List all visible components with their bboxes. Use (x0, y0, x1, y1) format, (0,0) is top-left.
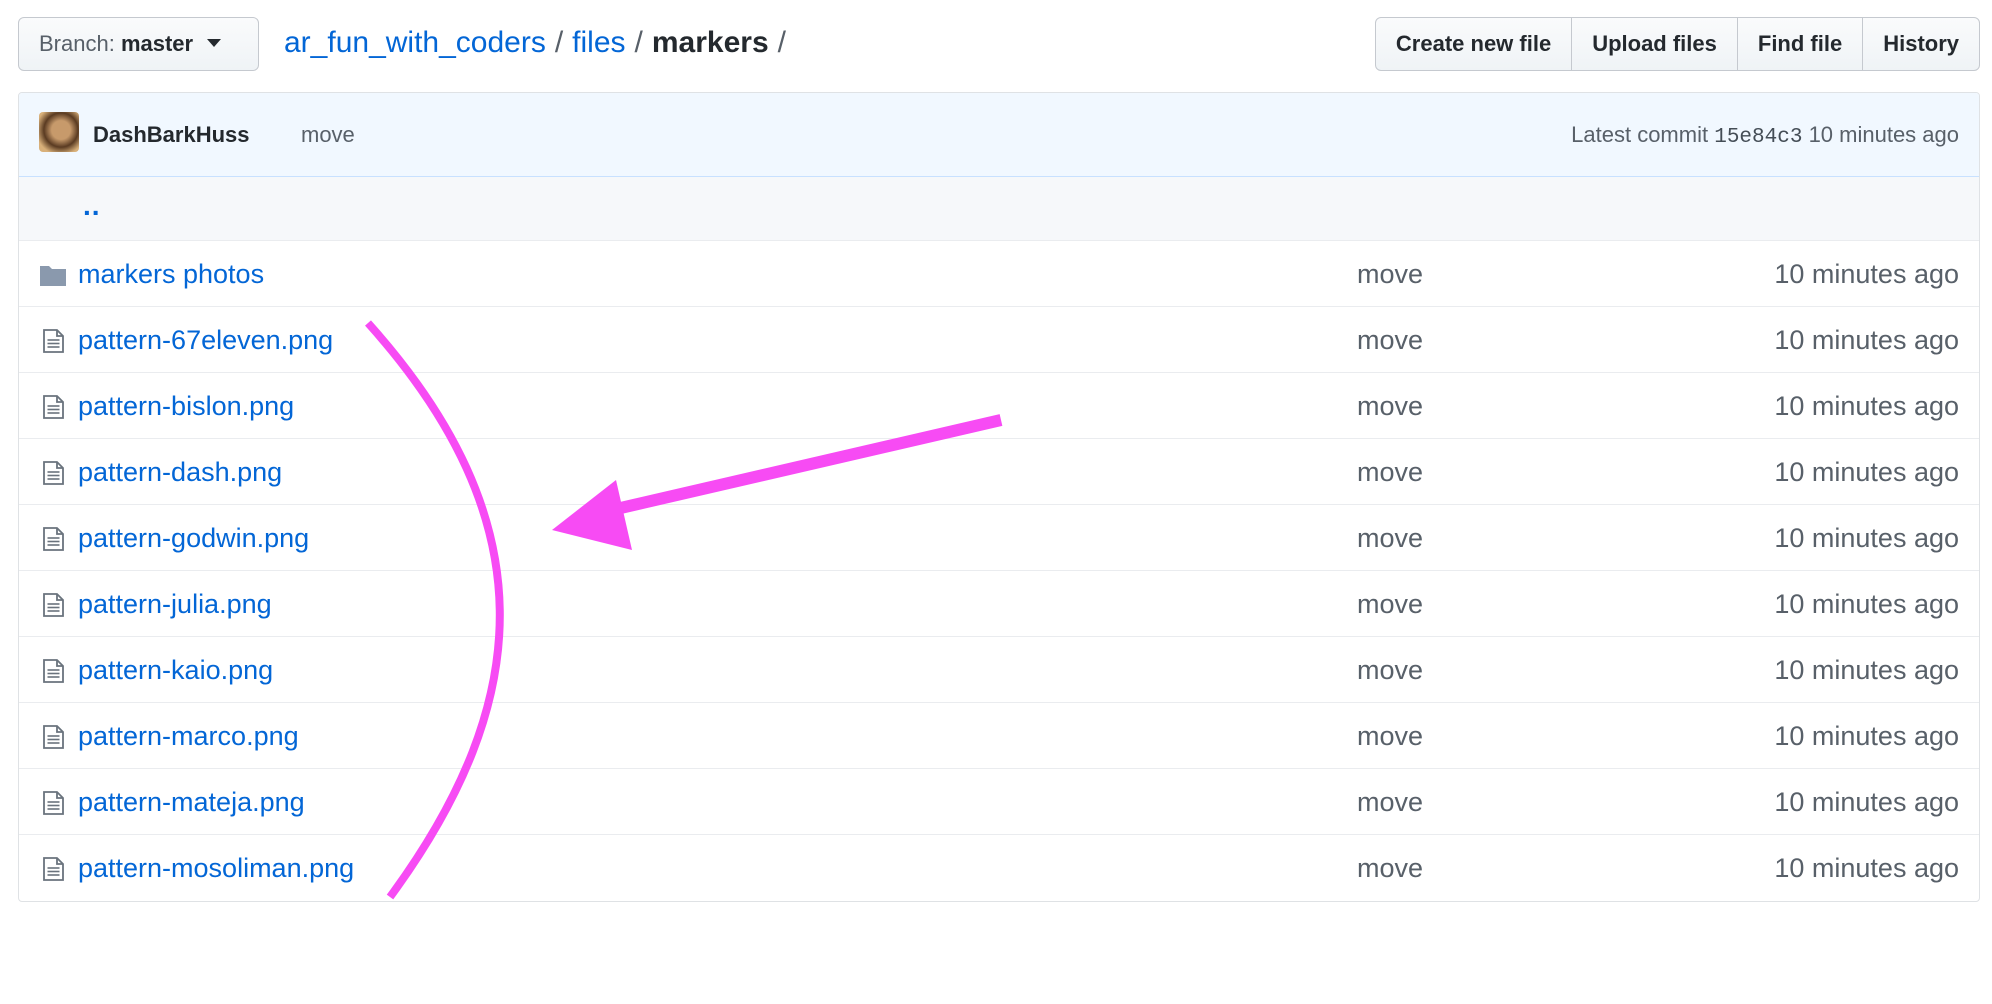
file-commit-message-link[interactable]: move (1357, 703, 1423, 769)
latest-commit-bar: DashBarkHuss move Latest commit 15e84c3 … (19, 93, 1979, 177)
find-file-button[interactable]: Find file (1736, 17, 1864, 71)
file-actions: Create new file Upload files Find file H… (1374, 17, 1980, 71)
file-name-link[interactable]: markers photos (78, 241, 264, 307)
file-icon (39, 725, 67, 749)
caret-down-icon (207, 39, 222, 48)
file-age: 10 minutes ago (1774, 787, 1959, 817)
file-row[interactable]: pattern-bislon.png move 10 minutes ago (19, 373, 1979, 439)
file-commit-message-link[interactable]: move (1357, 769, 1423, 835)
branch-value: master (120, 31, 194, 56)
file-row[interactable]: pattern-mosoliman.png move 10 minutes ago (19, 835, 1979, 901)
file-commit-message-link[interactable]: move (1357, 571, 1423, 637)
file-name-link[interactable]: pattern-mateja.png (78, 769, 305, 835)
file-name-link[interactable]: pattern-marco.png (78, 703, 299, 769)
breadcrumb: ar_fun_with_coders / files / markers / (284, 17, 795, 71)
file-name-link[interactable]: pattern-kaio.png (78, 637, 273, 703)
file-name-link[interactable]: pattern-julia.png (78, 571, 272, 637)
file-age: 10 minutes ago (1774, 325, 1959, 355)
file-icon (39, 593, 67, 617)
file-age: 10 minutes ago (1774, 259, 1959, 289)
breadcrumb-files-link[interactable]: files (572, 26, 625, 59)
branch-label: Branch: (39, 31, 115, 56)
upload-files-button[interactable]: Upload files (1571, 17, 1738, 71)
file-age: 10 minutes ago (1774, 457, 1959, 487)
latest-commit-label: Latest commit (1571, 122, 1709, 147)
file-commit-message-link[interactable]: move (1357, 637, 1423, 703)
create-new-file-button[interactable]: Create new file (1374, 17, 1573, 71)
breadcrumb-separator: / (554, 26, 564, 59)
repo-toolbar: Branch: master ar_fun_with_coders / files /… (18, 17, 1980, 71)
file-row[interactable]: pattern-godwin.png move 10 minutes ago (19, 505, 1979, 571)
file-icon (39, 791, 67, 815)
file-age: 10 minutes ago (1774, 523, 1959, 553)
file-name-link[interactable]: pattern-67eleven.png (78, 307, 333, 373)
file-row[interactable]: pattern-mateja.png move 10 minutes ago (19, 769, 1979, 835)
file-row[interactable]: pattern-67eleven.png move 10 minutes ago (19, 307, 1979, 373)
file-name-link[interactable]: pattern-bislon.png (78, 373, 294, 439)
file-name-link[interactable]: pattern-godwin.png (78, 505, 309, 571)
breadcrumb-separator: / (634, 26, 643, 59)
branch-select-button[interactable]: Branch: master (18, 17, 259, 71)
breadcrumb-separator: / (777, 26, 786, 59)
file-commit-message-link[interactable]: move (1357, 835, 1423, 901)
file-age: 10 minutes ago (1774, 721, 1959, 751)
file-row[interactable]: pattern-julia.png move 10 minutes ago (19, 571, 1979, 637)
history-button[interactable]: History (1862, 17, 1980, 71)
file-table: DashBarkHuss move Latest commit 15e84c3 … (18, 92, 1980, 902)
parent-directory-row[interactable]: .. (19, 177, 1979, 241)
file-age: 10 minutes ago (1774, 589, 1959, 619)
breadcrumb-current: markers (651, 26, 769, 59)
file-icon (39, 395, 67, 419)
file-icon (39, 329, 67, 353)
file-age: 10 minutes ago (1774, 853, 1959, 883)
file-name-link[interactable]: pattern-mosoliman.png (78, 835, 354, 901)
parent-directory-link[interactable]: .. (83, 191, 101, 221)
folder-icon (39, 263, 67, 287)
file-age: 10 minutes ago (1774, 391, 1959, 421)
file-row[interactable]: pattern-kaio.png move 10 minutes ago (19, 637, 1979, 703)
file-commit-message-link[interactable]: move (1357, 505, 1423, 571)
commit-meta: Latest commit 15e84c3 10 minutes ago (1571, 93, 1959, 180)
file-icon (39, 527, 67, 551)
breadcrumb-repo-link[interactable]: ar_fun_with_coders (284, 26, 546, 59)
file-commit-message-link[interactable]: move (1357, 373, 1423, 439)
commit-author-link[interactable]: DashBarkHuss (93, 93, 250, 177)
file-icon (39, 461, 67, 485)
file-row[interactable]: pattern-marco.png move 10 minutes ago (19, 703, 1979, 769)
file-commit-message-link[interactable]: move (1357, 439, 1423, 505)
file-commit-message-link[interactable]: move (1357, 241, 1423, 307)
file-icon (39, 857, 67, 881)
file-row[interactable]: pattern-dash.png move 10 minutes ago (19, 439, 1979, 505)
commit-message-link[interactable]: move (301, 93, 355, 177)
file-name-link[interactable]: pattern-dash.png (78, 439, 282, 505)
file-age: 10 minutes ago (1774, 655, 1959, 685)
file-row[interactable]: markers photos move 10 minutes ago (19, 241, 1979, 307)
commit-sha-link[interactable]: 15e84c3 (1714, 126, 1802, 149)
file-icon (39, 659, 67, 683)
avatar[interactable] (39, 112, 79, 152)
file-list: markers photos move 10 minutes ago pattern-… (19, 241, 1979, 901)
commit-age: 10 minutes ago (1808, 122, 1959, 147)
file-commit-message-link[interactable]: move (1357, 307, 1423, 373)
